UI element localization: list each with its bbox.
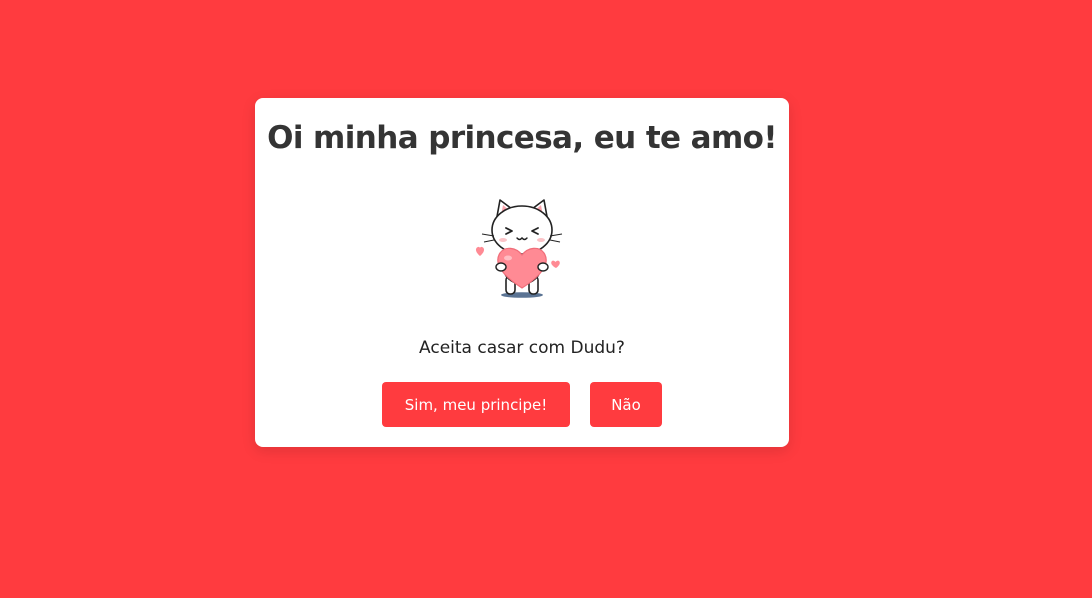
cat-holding-heart-icon	[475, 199, 563, 298]
no-button[interactable]: Não	[590, 382, 662, 427]
proposal-question: Aceita casar com Dudu?	[419, 338, 625, 358]
card-title: Oi minha princesa, eu te amo!	[267, 120, 777, 156]
proposal-card: Oi minha princesa, eu te amo! Aceita cas…	[255, 98, 789, 447]
yes-button[interactable]: Sim, meu principe!	[382, 382, 570, 427]
